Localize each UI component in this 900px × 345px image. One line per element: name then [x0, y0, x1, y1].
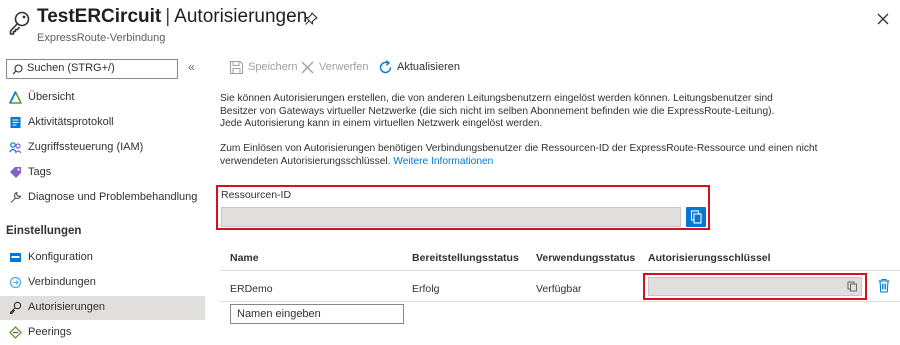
more-info-link[interactable]: Weitere Informationen — [393, 156, 493, 167]
description-para-2: Zum Einlösen von Autorisierungen benötig… — [220, 143, 817, 168]
sidebar-item-overview[interactable]: Übersicht — [0, 86, 205, 110]
header-divider — [220, 270, 900, 271]
text-span: verwendeten Autorisierungsschlüssel. — [220, 155, 391, 167]
page-title: TestERCircuit | Autorisierungen — [37, 6, 307, 28]
save-icon — [229, 60, 244, 75]
configuration-icon — [10, 253, 21, 262]
pin-icon[interactable] — [304, 12, 318, 26]
text-line: Besitzer von Gateways virtueller Netzwer… — [220, 105, 775, 117]
title-separator: | — [165, 6, 171, 27]
connections-icon — [9, 276, 22, 289]
sidebar-item-diagnose[interactable]: Diagnose und Problembehandlung — [0, 186, 205, 210]
collapse-sidebar-icon[interactable]: « — [188, 60, 195, 74]
wrench-icon — [10, 191, 22, 203]
text-line: Sie können Autorisierungen erstellen, di… — [220, 93, 773, 104]
discard-icon — [301, 61, 314, 74]
row-divider — [220, 301, 900, 302]
sidebar-item-authorizations[interactable]: Autorisierungen — [0, 296, 205, 320]
discard-button[interactable]: Verwerfen — [300, 58, 369, 78]
resource-name: TestERCircuit — [37, 6, 162, 27]
activity-log-icon — [10, 117, 21, 128]
save-button-label: Speichern — [248, 61, 298, 73]
new-name-input[interactable] — [230, 304, 404, 324]
page-subtitle: ExpressRoute-Verbindung — [37, 32, 166, 44]
sidebar-item-label: Verbindungen — [28, 276, 96, 288]
refresh-icon — [379, 60, 392, 74]
search-icon — [12, 64, 23, 75]
copy-resource-id-button[interactable] — [686, 207, 706, 227]
sidebar-item-connections[interactable]: Verbindungen — [0, 271, 205, 295]
resource-id-field[interactable] — [221, 207, 681, 227]
sidebar-item-label: Autorisierungen — [28, 301, 106, 313]
blade-title: Autorisierungen — [174, 6, 308, 27]
column-header-usage: Verwendungsstatus — [536, 252, 636, 264]
cell-usage-status: Verfügbar — [536, 283, 582, 295]
delete-icon[interactable] — [877, 278, 891, 293]
resource-id-label: Ressourcen-ID — [221, 189, 292, 201]
sidebar-item-label: Zugriffssteuerung (IAM) — [28, 141, 144, 153]
sidebar-item-label: Tags — [28, 166, 52, 178]
authorization-key-field[interactable] — [648, 277, 862, 296]
sidebar-item-label: Peerings — [28, 326, 72, 338]
column-header-provisioning: Bereitstellungsstatus — [412, 252, 519, 264]
column-header-name: Name — [230, 252, 259, 264]
key-icon — [9, 11, 30, 35]
text-line: verwendeten Autorisierungsschlüssel. Wei… — [220, 156, 817, 169]
close-icon[interactable] — [876, 12, 890, 26]
sidebar-item-iam[interactable]: Zugriffssteuerung (IAM) — [0, 136, 205, 160]
sidebar-item-label: Aktivitätsprotokoll — [28, 116, 114, 128]
cell-name: ERDemo — [230, 283, 273, 295]
copy-icon[interactable] — [847, 281, 858, 292]
column-header-key: Autorisierungsschlüssel — [648, 252, 771, 264]
overview-icon — [9, 91, 22, 104]
sidebar-item-label: Diagnose und Problembehandlung — [28, 191, 198, 203]
refresh-button-label: Aktualisieren — [397, 61, 460, 73]
discard-button-label: Verwerfen — [319, 61, 369, 73]
key-icon — [9, 301, 22, 314]
cell-provisioning-status: Erfolg — [412, 283, 440, 295]
text-line: Zum Einlösen von Autorisierungen benötig… — [220, 143, 818, 154]
copy-icon — [690, 210, 702, 224]
tag-icon — [10, 167, 21, 178]
text-line: Jede Autorisierung kann in einem virtuel… — [220, 118, 543, 129]
save-button[interactable]: Speichern — [229, 58, 298, 78]
sidebar-item-label: Konfiguration — [28, 251, 93, 263]
sidebar-item-tags[interactable]: Tags — [0, 161, 205, 185]
refresh-button[interactable]: Aktualisieren — [378, 58, 460, 78]
search-input[interactable]: Suchen (STRG+/) — [6, 59, 178, 79]
people-icon — [9, 142, 22, 154]
sidebar-item-activity-log[interactable]: Aktivitätsprotokoll — [0, 111, 205, 135]
settings-section-title: Einstellungen — [6, 225, 82, 237]
sidebar-item-label: Übersicht — [28, 91, 75, 103]
search-placeholder: Suchen (STRG+/) — [27, 62, 115, 74]
sidebar-item-peerings[interactable]: Peerings — [0, 321, 205, 345]
peering-icon — [9, 326, 22, 339]
sidebar-item-configuration[interactable]: Konfiguration — [0, 246, 205, 270]
description-para-1: Sie können Autorisierungen erstellen, di… — [220, 93, 774, 131]
